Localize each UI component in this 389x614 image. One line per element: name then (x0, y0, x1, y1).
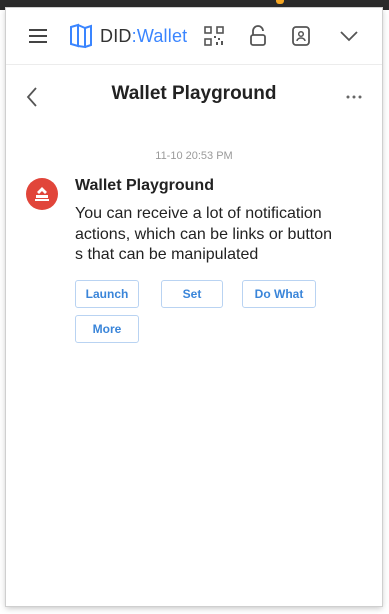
more-options-icon[interactable] (346, 94, 362, 100)
launch-button[interactable]: Launch (75, 280, 139, 308)
message-body-line: You can receive a lot of notification (75, 205, 322, 222)
qr-code-icon[interactable] (203, 25, 225, 47)
id-card-icon[interactable] (291, 25, 311, 47)
logo-prefix: DID (100, 25, 132, 46)
extension-badge (276, 0, 284, 4)
message-body-line: s that can be manipulated (75, 246, 259, 263)
menu-icon[interactable] (28, 26, 48, 46)
do-what-button[interactable]: Do What (242, 280, 316, 308)
chevron-down-icon[interactable] (338, 28, 360, 44)
app-logo: DID:Wallet (68, 22, 187, 50)
message-body-line: actions, which can be links or button (75, 225, 333, 243)
page-title: Wallet Playground (111, 83, 277, 104)
top-bar: DID:Wallet (6, 8, 382, 65)
back-arrow-icon[interactable] (24, 86, 40, 108)
lock-icon[interactable] (248, 25, 268, 47)
bell-stamp-icon (35, 187, 49, 201)
wallet-popup: DID:Wallet Wallet Playground 11-10 20:53… (6, 8, 382, 606)
set-button[interactable]: Set (161, 280, 223, 308)
app-logo-icon (70, 23, 92, 49)
app-logo-text: DID:Wallet (100, 26, 187, 47)
avatar (26, 178, 58, 210)
logo-suffix: Wallet (136, 25, 188, 46)
more-button[interactable]: More (75, 315, 139, 343)
page-header: Wallet Playground (6, 64, 382, 128)
message-timestamp: 11-10 20:53 PM (155, 150, 233, 162)
message-title: Wallet Playground (75, 177, 214, 194)
message-body: You can receive a lot of notification ac… (75, 204, 365, 266)
